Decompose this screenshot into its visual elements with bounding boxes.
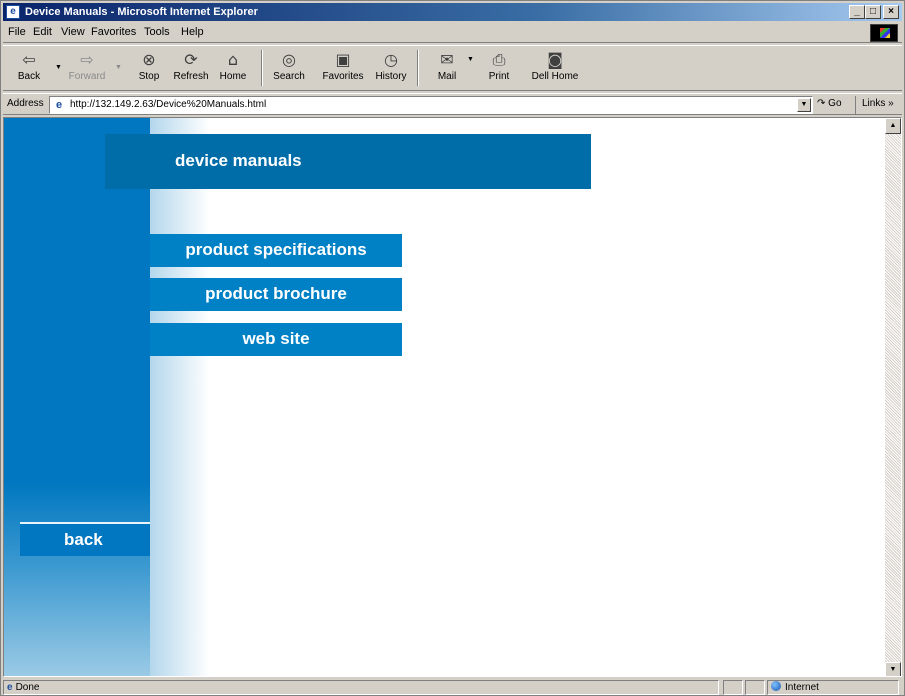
links-button[interactable]: Links »	[855, 96, 901, 114]
go-arrow-icon: ↷	[817, 98, 826, 109]
menu-file[interactable]: File	[8, 26, 26, 38]
search-icon: ◎	[282, 50, 296, 69]
left-blue-strip	[4, 118, 150, 676]
mail-button[interactable]: ✉ Mail	[425, 48, 469, 88]
favorites-icon: ▣	[335, 50, 351, 69]
address-input[interactable]: e http://132.149.2.63/Device%20Manuals.h…	[49, 96, 813, 114]
dell-home-button[interactable]: ◙ Dell Home	[525, 48, 585, 88]
address-label: Address	[7, 98, 44, 109]
maximize-button[interactable]: □	[865, 5, 881, 19]
home-button[interactable]: ⌂ Home	[211, 48, 255, 88]
back-link[interactable]: back	[20, 522, 150, 556]
toolbar: ⇦ Back ▼ ⇨ Forward ▼ ⊗ Stop ⟳ Refresh ⌂ …	[3, 45, 902, 91]
back-arrow-icon: ⇦	[22, 50, 36, 69]
print-button[interactable]: ⎙ Print	[477, 48, 521, 88]
zone-label: Internet	[785, 682, 819, 693]
status-bar: e Done Internet	[3, 679, 902, 695]
search-button[interactable]: ◎ Search	[267, 48, 311, 88]
forward-button[interactable]: ⇨ Forward	[65, 48, 109, 88]
toolbar-separator	[417, 50, 419, 86]
web-site-link[interactable]: web site	[150, 323, 402, 356]
page-icon: e	[55, 99, 63, 111]
menu-view[interactable]: View	[61, 26, 85, 38]
browser-window: e Device Manuals - Microsoft Internet Ex…	[0, 0, 905, 696]
zone-cell: Internet	[767, 680, 899, 695]
back-dropdown-icon[interactable]: ▼	[55, 64, 62, 71]
menu-bar: File Edit View Favorites Tools Help	[3, 23, 902, 43]
refresh-button[interactable]: ⟳ Refresh	[169, 48, 213, 88]
page-status-icon: e	[7, 682, 13, 693]
mail-icon: ✉	[440, 50, 454, 69]
windows-logo-icon	[870, 24, 898, 42]
stop-icon: ⊗	[142, 50, 156, 69]
forward-dropdown-icon[interactable]: ▼	[115, 64, 122, 71]
scroll-down-icon[interactable]: ▼	[885, 662, 901, 676]
window-title: Device Manuals - Microsoft Internet Expl…	[25, 6, 258, 18]
internet-globe-icon	[771, 681, 781, 691]
history-icon: ◷	[384, 50, 398, 69]
menu-help[interactable]: Help	[181, 26, 204, 38]
go-button[interactable]: ↷ Go	[817, 98, 842, 109]
forward-arrow-icon: ⇨	[80, 50, 94, 69]
close-button[interactable]: ×	[883, 5, 899, 19]
refresh-icon: ⟳	[184, 50, 198, 69]
product-specifications-link[interactable]: product specifications	[150, 234, 402, 267]
print-icon: ⎙	[492, 50, 506, 69]
web-page: device manuals product specifications pr…	[4, 118, 887, 676]
vertical-scrollbar[interactable]: ▲ ▼	[885, 118, 901, 676]
ie-logo-icon: e	[6, 5, 20, 19]
status-cell-1	[723, 680, 743, 695]
history-button[interactable]: ◷ History	[369, 48, 413, 88]
address-dropdown-icon[interactable]: ▼	[797, 98, 811, 112]
toolbar-separator	[261, 50, 263, 86]
page-header: device manuals	[105, 134, 591, 189]
menu-tools[interactable]: Tools	[144, 26, 170, 38]
back-button[interactable]: ⇦ Back	[7, 48, 51, 88]
menu-edit[interactable]: Edit	[33, 26, 52, 38]
product-brochure-link[interactable]: product brochure	[150, 278, 402, 311]
address-bar: Address e http://132.149.2.63/Device%20M…	[3, 93, 902, 115]
home-icon: ⌂	[227, 50, 239, 69]
page-title: device manuals	[175, 151, 302, 170]
minimize-button[interactable]: _	[849, 5, 865, 19]
status-cell-2	[745, 680, 765, 695]
menu-favorites[interactable]: Favorites	[91, 26, 136, 38]
mail-dropdown-icon[interactable]: ▼	[467, 56, 474, 63]
content-viewport: device manuals product specifications pr…	[3, 117, 902, 677]
scroll-up-icon[interactable]: ▲	[885, 118, 901, 134]
stop-button[interactable]: ⊗ Stop	[127, 48, 171, 88]
favorites-button[interactable]: ▣ Favorites	[321, 48, 365, 88]
window-controls: _ □ ×	[849, 5, 899, 19]
status-text: Done	[15, 682, 40, 693]
dell-home-icon: ◙	[547, 50, 563, 69]
title-bar[interactable]: e Device Manuals - Microsoft Internet Ex…	[3, 3, 902, 21]
left-gradient-fade	[150, 118, 210, 676]
status-text-cell: e Done	[3, 680, 719, 695]
address-url: http://132.149.2.63/Device%20Manuals.htm…	[70, 99, 267, 110]
